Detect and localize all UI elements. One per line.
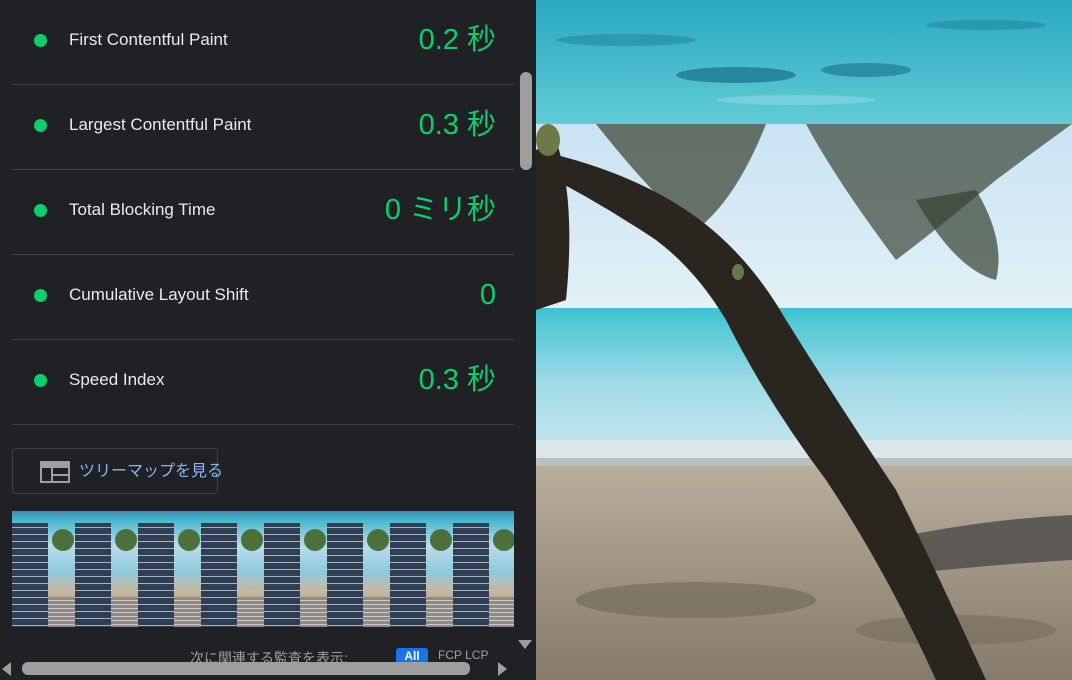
frame-report-panel xyxy=(12,523,48,627)
filmstrip-frame xyxy=(390,511,453,627)
frame-report-panel xyxy=(138,523,174,627)
frame-tree xyxy=(430,529,452,551)
frame-report-panel xyxy=(453,523,489,627)
metric-row[interactable]: Speed Index 0.3 秒 xyxy=(12,340,514,425)
metric-label: First Contentful Paint xyxy=(69,30,228,49)
filmstrip-frame xyxy=(201,511,264,627)
metric-row[interactable]: Largest Contentful Paint 0.3 秒 xyxy=(12,85,514,170)
frame-report-panel xyxy=(174,597,201,627)
metric-label: Largest Contentful Paint xyxy=(69,115,252,134)
frame-tree xyxy=(52,529,74,551)
frame-report-panel xyxy=(363,597,390,627)
pass-indicator-icon xyxy=(34,289,47,302)
beach-photo xyxy=(536,0,1072,680)
frame-report-panel xyxy=(264,523,300,627)
metric-row[interactable]: Total Blocking Time 0 ミリ秒 xyxy=(12,170,514,255)
pass-indicator-icon xyxy=(34,204,47,217)
metric-row[interactable]: Cumulative Layout Shift 0 xyxy=(12,255,514,340)
filmstrip-frame xyxy=(453,511,514,627)
frame-report-panel xyxy=(489,597,514,627)
pass-indicator-icon xyxy=(34,119,47,132)
horizontal-scrollbar[interactable] xyxy=(0,658,514,680)
metric-row[interactable]: First Contentful Paint 0.2 秒 xyxy=(12,0,514,85)
vertical-scrollbar[interactable] xyxy=(514,0,536,680)
pass-indicator-icon xyxy=(34,34,47,47)
vertical-scroll-thumb[interactable] xyxy=(520,72,532,170)
metric-label: Speed Index xyxy=(69,370,165,389)
view-treemap-label: ツリーマップを見る xyxy=(79,463,224,480)
view-treemap-button[interactable]: ツリーマップを見る xyxy=(12,448,223,494)
metric-value: 0.3 秒 xyxy=(418,109,496,141)
filmstrip-frame xyxy=(12,511,75,627)
filmstrip-frame xyxy=(264,511,327,627)
metric-value: 0.2 秒 xyxy=(418,24,496,56)
frame-report-panel xyxy=(237,597,264,627)
treemap-icon xyxy=(40,461,70,483)
metric-value: 0 xyxy=(479,279,496,311)
scroll-down-arrow-icon[interactable] xyxy=(518,640,532,649)
frame-report-panel xyxy=(48,597,75,627)
filmstrip-frame xyxy=(327,511,390,627)
frame-report-panel xyxy=(111,597,138,627)
frame-report-panel xyxy=(300,597,327,627)
metric-label: Total Blocking Time xyxy=(69,200,216,219)
frame-tree xyxy=(493,529,514,551)
frame-tree xyxy=(178,529,200,551)
scroll-right-arrow-icon[interactable] xyxy=(498,662,507,676)
frame-tree xyxy=(367,529,389,551)
frame-tree xyxy=(304,529,326,551)
screenshot-filmstrip xyxy=(12,511,514,627)
frame-report-panel xyxy=(390,523,426,627)
frame-report-panel xyxy=(327,523,363,627)
pass-indicator-icon xyxy=(34,374,47,387)
filmstrip-frame xyxy=(138,511,201,627)
horizontal-scroll-thumb[interactable] xyxy=(22,662,470,675)
filmstrip-frame xyxy=(75,511,138,627)
frame-report-panel xyxy=(201,523,237,627)
scroll-left-arrow-icon[interactable] xyxy=(2,662,11,676)
frame-report-panel xyxy=(426,597,453,627)
frame-tree xyxy=(241,529,263,551)
metrics-panel: First Contentful Paint 0.2 秒 Largest Conte… xyxy=(0,0,536,680)
frame-report-panel xyxy=(75,523,111,627)
frame-tree xyxy=(115,529,137,551)
metric-label: Cumulative Layout Shift xyxy=(69,285,249,304)
beach-photo-image xyxy=(536,0,1072,680)
metric-value: 0 ミリ秒 xyxy=(384,194,496,226)
metric-value: 0.3 秒 xyxy=(418,364,496,396)
